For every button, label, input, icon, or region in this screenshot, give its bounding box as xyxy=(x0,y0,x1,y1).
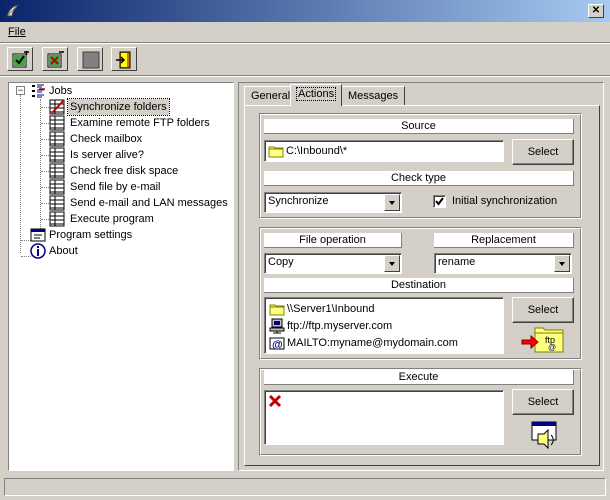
menu-file[interactable]: File xyxy=(8,26,26,38)
chevron-down-icon[interactable] xyxy=(384,194,400,211)
job-table-icon xyxy=(49,211,65,227)
exit-button[interactable] xyxy=(111,47,137,71)
folder-icon xyxy=(268,146,284,158)
tree-item-program-settings[interactable]: Program settings xyxy=(11,227,211,243)
replacement-dropdown[interactable]: rename xyxy=(434,253,572,274)
destination-item-text: ftp://ftp.myserver.com xyxy=(287,320,393,332)
destination-select-button[interactable]: Select xyxy=(512,297,574,323)
chevron-down-icon[interactable] xyxy=(384,255,400,272)
job-table-icon xyxy=(49,115,65,131)
tree-item-jobs-label: Jobs xyxy=(49,85,73,97)
folder-icon xyxy=(269,304,285,316)
check-type-value: Synchronize xyxy=(268,195,329,207)
check-icon xyxy=(435,197,444,206)
chevron-down-icon[interactable] xyxy=(554,255,570,272)
menu-separator xyxy=(0,42,610,44)
title-bar: ✕ xyxy=(0,0,610,22)
job-table-icon xyxy=(49,195,65,211)
check-type-header: Check type xyxy=(264,171,574,186)
tab-actions[interactable]: Actions xyxy=(290,84,343,106)
tree-item-job[interactable]: Execute program xyxy=(31,211,231,227)
menu-bar: File xyxy=(0,23,610,42)
tree-item-jobs[interactable]: − Jobs xyxy=(11,83,211,99)
execute-header: Execute xyxy=(264,370,574,385)
info-icon xyxy=(30,243,46,259)
delete-job-icon xyxy=(47,51,64,68)
job-running-icon xyxy=(49,99,65,115)
app-icon xyxy=(6,4,20,17)
source-path-field[interactable]: C:\Inbound\* xyxy=(264,140,504,162)
tree-item-about[interactable]: About xyxy=(11,243,211,259)
svg-text:@: @ xyxy=(548,343,556,352)
job-table-icon xyxy=(49,147,65,163)
file-operation-header: File operation xyxy=(264,233,402,248)
network-computer-icon xyxy=(269,318,285,334)
job-table-icon xyxy=(49,163,65,179)
initial-sync-label: Initial synchronization xyxy=(452,195,558,207)
tree-item-job[interactable]: Check mailbox xyxy=(31,131,231,147)
file-operation-dropdown[interactable]: Copy xyxy=(264,253,402,274)
close-button[interactable]: ✕ xyxy=(588,4,604,18)
tree-item-job-label: Check mailbox xyxy=(70,133,143,145)
new-job-icon xyxy=(12,51,29,68)
execute-select-button[interactable]: Select xyxy=(512,389,574,415)
execute-program-icon xyxy=(531,421,557,450)
tree-item-job-label: Synchronize folders xyxy=(67,98,170,116)
tab-messages[interactable]: Messages xyxy=(341,86,406,105)
replacement-value: rename xyxy=(438,256,476,268)
execute-list[interactable] xyxy=(264,390,504,445)
jobs-list-icon xyxy=(32,84,45,98)
tree-item-job[interactable]: Send e-mail and LAN messages xyxy=(31,195,231,211)
ftp-email-destination-icon: ftp @ xyxy=(521,327,564,353)
tree-item-job-label: Examine remote FTP folders xyxy=(70,117,210,129)
initial-sync-checkbox[interactable] xyxy=(433,195,446,208)
stop-icon xyxy=(82,51,100,69)
job-table-icon xyxy=(49,179,65,195)
settings-window-icon xyxy=(30,228,46,242)
destination-header: Destination xyxy=(264,278,574,293)
tree-item-job-label: Is server alive? xyxy=(70,149,144,161)
tree-item-program-settings-label: Program settings xyxy=(49,229,133,241)
svg-text:@: @ xyxy=(272,339,283,351)
email-icon: @ xyxy=(269,337,285,351)
tree-item-job[interactable]: Synchronize folders xyxy=(31,98,231,116)
tree-item-job[interactable]: Examine remote FTP folders xyxy=(31,115,231,131)
source-header: Source xyxy=(264,119,574,134)
collapse-icon[interactable]: − xyxy=(16,86,25,95)
tree-item-job-label: Send file by e-mail xyxy=(70,181,161,193)
exit-door-icon xyxy=(116,51,131,69)
toolbar-separator xyxy=(0,75,610,77)
tree-item-job[interactable]: Is server alive? xyxy=(31,147,231,163)
tree-item-job-label: Execute program xyxy=(70,213,154,225)
tree-item-about-label: About xyxy=(49,245,78,257)
destination-list[interactable]: \\Server1\Inbound ftp://ftp.myserver.com… xyxy=(264,297,504,354)
delete-x-icon[interactable] xyxy=(268,394,282,408)
source-path-value: C:\Inbound\* xyxy=(286,145,348,157)
job-table-icon xyxy=(49,131,65,147)
destination-item-text: MAILTO:myname@mydomain.com xyxy=(287,337,458,349)
job-tree[interactable]: − Jobs Synchronize folders Examine remot… xyxy=(8,82,234,471)
delete-job-button[interactable] xyxy=(42,47,68,71)
source-select-button[interactable]: Select xyxy=(512,139,574,165)
file-operation-value: Copy xyxy=(268,256,294,268)
tree-item-job-label: Check free disk space xyxy=(70,165,179,177)
tree-item-job-label: Send e-mail and LAN messages xyxy=(70,197,228,209)
new-job-button[interactable] xyxy=(7,47,33,71)
status-bar xyxy=(4,478,606,496)
tree-item-job[interactable]: Send file by e-mail xyxy=(31,179,231,195)
destination-item-text: \\Server1\Inbound xyxy=(287,303,375,315)
stop-button[interactable] xyxy=(77,47,103,71)
replacement-header: Replacement xyxy=(434,233,574,248)
check-type-dropdown[interactable]: Synchronize xyxy=(264,192,402,213)
tree-item-job[interactable]: Check free disk space xyxy=(31,163,231,179)
